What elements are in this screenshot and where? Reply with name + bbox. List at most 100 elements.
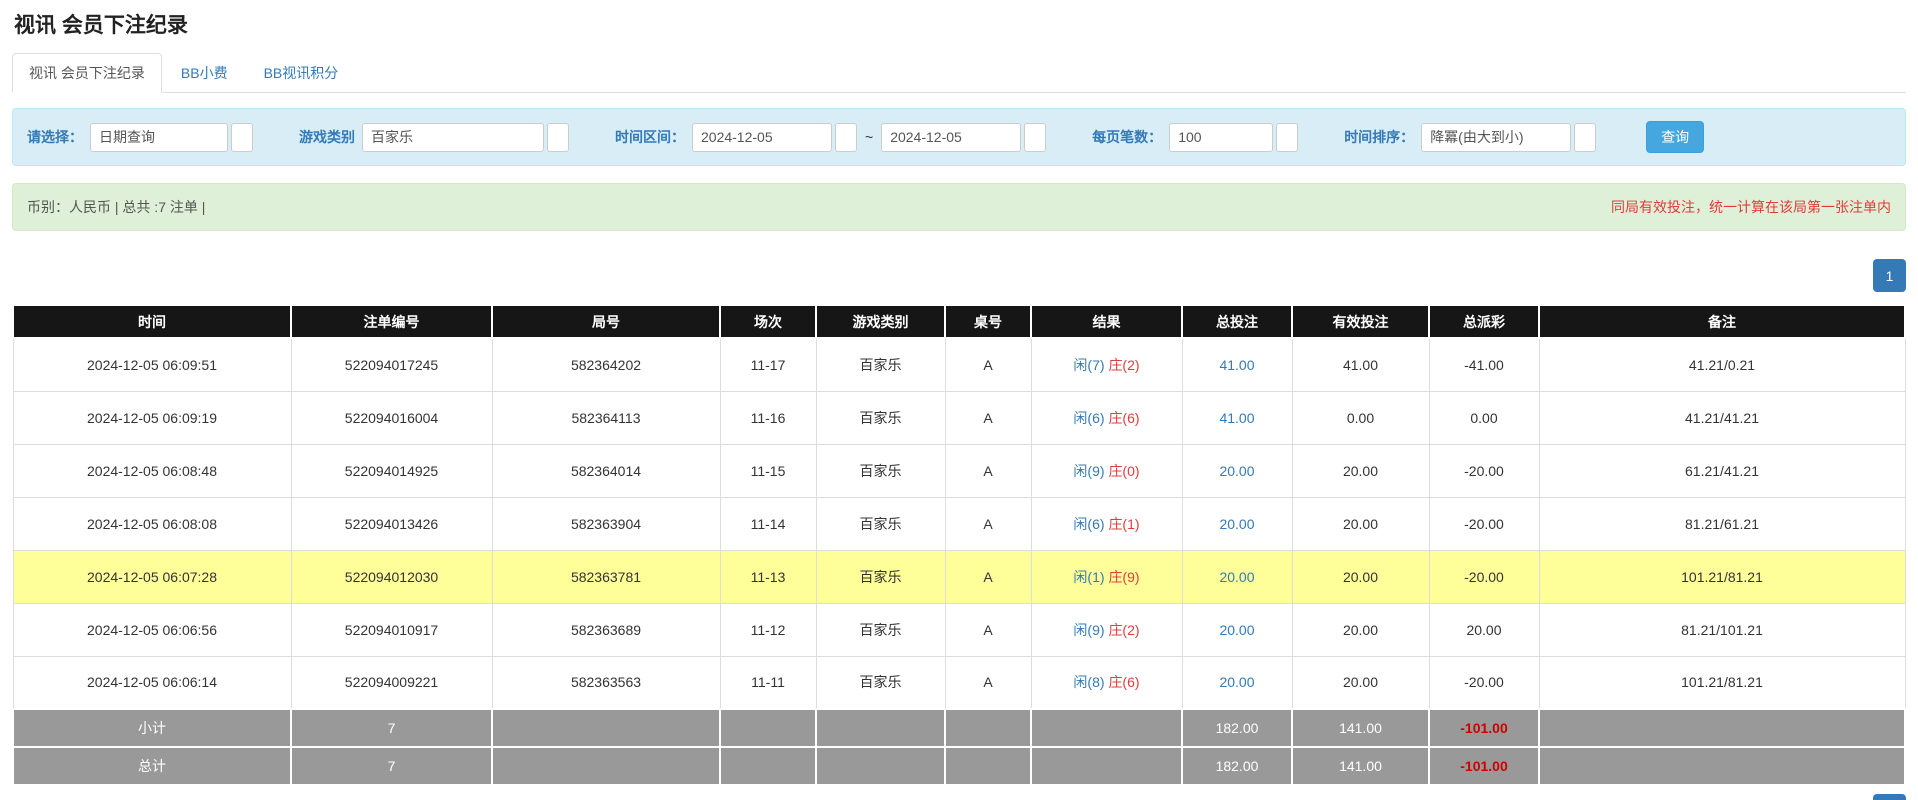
cell-session: 11-13 (720, 550, 816, 603)
tab-bb-tips[interactable]: BB小费 (164, 53, 245, 93)
game-type-input[interactable] (362, 123, 544, 152)
subtotal-empty-cell (492, 709, 720, 747)
cell-round-id: 582363563 (492, 656, 720, 709)
table-row: 2024-12-05 06:06:14522094009221582363563… (13, 656, 1905, 709)
game-type-label: 游戏类别 (299, 127, 355, 147)
header-game-type: 游戏类别 (816, 305, 945, 338)
cell-table-no: A (945, 391, 1031, 444)
records-table: 时间 注单编号 局号 场次 游戏类别 桌号 结果 总投注 有效投注 总派彩 备注… (12, 304, 1906, 786)
total-empty-cell (945, 747, 1031, 785)
total-empty-cell (720, 747, 816, 785)
cell-game-type: 百家乐 (816, 391, 945, 444)
valid-bet-notice-text: 同局有效投注，统一计算在该局第一张注单内 (1611, 197, 1891, 217)
page-button-1-bottom[interactable]: 1 (1873, 794, 1906, 800)
cell-time: 2024-12-05 06:09:51 (13, 338, 291, 391)
cell-round-id: 582364113 (492, 391, 720, 444)
header-table-no: 桌号 (945, 305, 1031, 338)
total-bet-link[interactable]: 41.00 (1219, 410, 1254, 426)
total-bet-link[interactable]: 41.00 (1219, 357, 1254, 373)
result-player: 闲(1) (1073, 569, 1104, 585)
cell-total-bet: 20.00 (1182, 656, 1292, 709)
date-from-input[interactable] (692, 123, 832, 152)
subtotal-valid-bet: 141.00 (1292, 709, 1429, 747)
page-button-1[interactable]: 1 (1873, 259, 1906, 292)
total-bet-link[interactable]: 20.00 (1219, 622, 1254, 638)
result-player: 闲(9) (1073, 622, 1104, 638)
date-to-picker-button[interactable] (1024, 123, 1046, 152)
select-type-label: 请选择： (27, 127, 83, 147)
total-bet-link[interactable]: 20.00 (1219, 516, 1254, 532)
cell-session: 11-16 (720, 391, 816, 444)
cell-total-bet: 20.00 (1182, 497, 1292, 550)
cell-payout: -20.00 (1429, 550, 1539, 603)
total-empty-cell (1539, 747, 1905, 785)
subtotal-empty-cell (720, 709, 816, 747)
cell-result: 闲(7) 庄(2) (1031, 338, 1182, 391)
header-payout: 总派彩 (1429, 305, 1539, 338)
page-size-dropdown-button[interactable] (1276, 123, 1298, 152)
cell-note: 101.21/81.21 (1539, 656, 1905, 709)
result-player: 闲(7) (1073, 357, 1104, 373)
cell-session: 11-17 (720, 338, 816, 391)
cell-valid-bet: 20.00 (1292, 497, 1429, 550)
cell-valid-bet: 20.00 (1292, 603, 1429, 656)
cell-session: 11-12 (720, 603, 816, 656)
select-type-dropdown-button[interactable] (231, 123, 253, 152)
table-header-row: 时间 注单编号 局号 场次 游戏类别 桌号 结果 总投注 有效投注 总派彩 备注 (13, 305, 1905, 338)
time-sort-input[interactable] (1421, 123, 1571, 152)
tab-bb-points[interactable]: BB视讯积分 (247, 53, 356, 93)
cell-note: 61.21/41.21 (1539, 444, 1905, 497)
search-button[interactable]: 查询 (1646, 121, 1704, 153)
cell-valid-bet: 20.00 (1292, 550, 1429, 603)
cell-result: 闲(9) 庄(2) (1031, 603, 1182, 656)
filter-bar: 请选择： 游戏类别 时间区间： ~ 每页笔数： 时间排序： 查询 (12, 108, 1906, 166)
cell-table-no: A (945, 338, 1031, 391)
pagination-top: 1 (12, 259, 1906, 292)
cell-total-bet: 41.00 (1182, 391, 1292, 444)
cell-total-bet: 41.00 (1182, 338, 1292, 391)
tab-member-bet-records[interactable]: 视讯 会员下注纪录 (12, 53, 162, 93)
cell-table-no: A (945, 550, 1031, 603)
filter-group-select: 请选择： (27, 123, 253, 152)
cell-session: 11-15 (720, 444, 816, 497)
filter-group-page-size: 每页笔数： (1092, 123, 1298, 152)
cell-valid-bet: 20.00 (1292, 444, 1429, 497)
subtotal-row: 小计 7 182.00 141.00 -101.00 (13, 709, 1905, 747)
cell-total-bet: 20.00 (1182, 444, 1292, 497)
cell-game-type: 百家乐 (816, 444, 945, 497)
total-valid-bet: 141.00 (1292, 747, 1429, 785)
cell-game-type: 百家乐 (816, 550, 945, 603)
cell-game-type: 百家乐 (816, 497, 945, 550)
header-note: 备注 (1539, 305, 1905, 338)
date-to-input[interactable] (881, 123, 1021, 152)
cell-table-no: A (945, 603, 1031, 656)
game-type-dropdown-button[interactable] (547, 123, 569, 152)
cell-bet-id: 522094013426 (291, 497, 492, 550)
cell-bet-id: 522094010917 (291, 603, 492, 656)
total-payout: -101.00 (1429, 747, 1539, 785)
cell-round-id: 582364202 (492, 338, 720, 391)
cell-game-type: 百家乐 (816, 338, 945, 391)
table-row: 2024-12-05 06:08:08522094013426582363904… (13, 497, 1905, 550)
header-valid-bet: 有效投注 (1292, 305, 1429, 338)
total-row: 总计 7 182.00 141.00 -101.00 (13, 747, 1905, 785)
total-bet-link[interactable]: 20.00 (1219, 569, 1254, 585)
total-bet-link[interactable]: 20.00 (1219, 463, 1254, 479)
result-player: 闲(6) (1073, 516, 1104, 532)
page-size-input[interactable] (1169, 123, 1273, 152)
filter-group-date-range: 时间区间： ~ (615, 123, 1046, 152)
cell-valid-bet: 20.00 (1292, 656, 1429, 709)
table-body: 2024-12-05 06:09:51522094017245582364202… (13, 338, 1905, 709)
total-bet-link[interactable]: 20.00 (1219, 674, 1254, 690)
table-row: 2024-12-05 06:09:19522094016004582364113… (13, 391, 1905, 444)
cell-table-no: A (945, 497, 1031, 550)
cell-payout: 0.00 (1429, 391, 1539, 444)
date-from-picker-button[interactable] (835, 123, 857, 152)
select-type-input[interactable] (90, 123, 228, 152)
cell-round-id: 582363904 (492, 497, 720, 550)
result-banker: 庄(2) (1108, 622, 1139, 638)
time-sort-dropdown-button[interactable] (1574, 123, 1596, 152)
result-banker: 庄(2) (1108, 357, 1139, 373)
page-size-label: 每页笔数： (1092, 127, 1162, 147)
cell-result: 闲(8) 庄(6) (1031, 656, 1182, 709)
